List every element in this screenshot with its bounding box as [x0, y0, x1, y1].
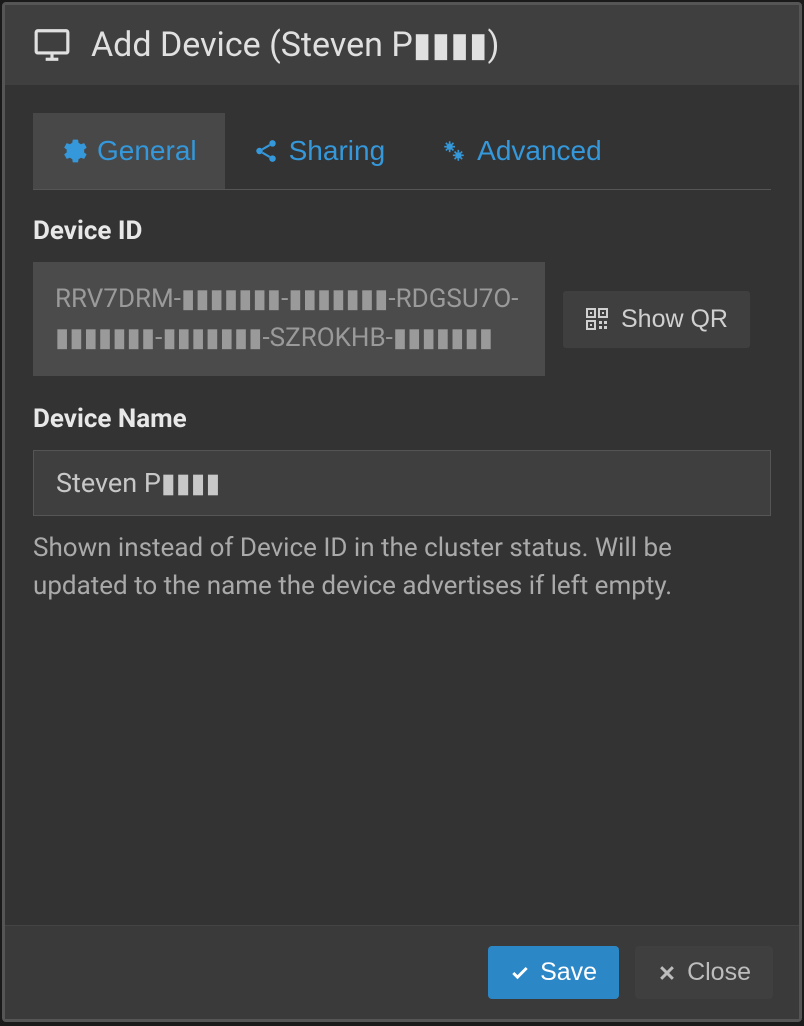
gear-icon [61, 138, 87, 164]
monitor-icon [33, 26, 71, 64]
share-icon [253, 138, 279, 164]
close-icon [657, 963, 677, 983]
device-name-input[interactable] [33, 450, 771, 516]
tab-advanced-label: Advanced [477, 135, 602, 167]
tab-advanced[interactable]: Advanced [413, 113, 630, 189]
device-name-label: Device Name [33, 404, 771, 434]
dialog-footer: Save Close [5, 925, 799, 1019]
qrcode-icon [585, 307, 609, 331]
dialog-header: Add Device (Steven P▮▮▮▮) [5, 5, 799, 85]
close-button-label: Close [687, 958, 751, 987]
save-button[interactable]: Save [488, 946, 619, 999]
tab-sharing[interactable]: Sharing [225, 113, 414, 189]
show-qr-label: Show QR [621, 305, 728, 334]
device-id-value: RRV7DRM-▮▮▮▮▮▮▮-▮▮▮▮▮▮▮-RDGSU7O-▮▮▮▮▮▮▮-… [33, 262, 545, 376]
device-id-label: Device ID [33, 216, 771, 246]
dialog-body: General Sharing Advanced Device ID RRV7D… [5, 85, 799, 925]
tab-sharing-label: Sharing [289, 135, 386, 167]
tab-general[interactable]: General [33, 113, 225, 189]
check-icon [510, 963, 530, 983]
device-name-help: Shown instead of Device ID in the cluste… [33, 530, 771, 605]
close-button[interactable]: Close [635, 946, 773, 999]
gears-icon [441, 138, 467, 164]
save-button-label: Save [540, 958, 597, 987]
dialog-title: Add Device (Steven P▮▮▮▮) [91, 25, 499, 65]
tab-bar: General Sharing Advanced [33, 113, 771, 190]
show-qr-button[interactable]: Show QR [563, 291, 750, 348]
tab-general-label: General [97, 135, 197, 167]
add-device-dialog: Add Device (Steven P▮▮▮▮) General Sharin… [2, 2, 802, 1022]
device-id-row: RRV7DRM-▮▮▮▮▮▮▮-▮▮▮▮▮▮▮-RDGSU7O-▮▮▮▮▮▮▮-… [33, 262, 771, 376]
